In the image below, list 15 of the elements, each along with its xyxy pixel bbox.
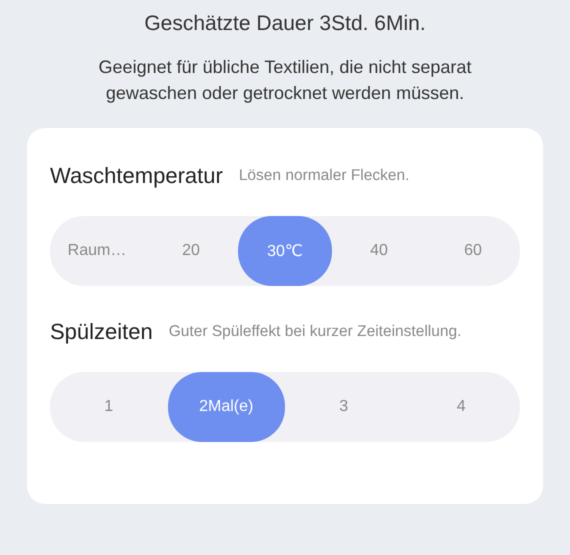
option-button[interactable]: 4 [402, 372, 520, 442]
program-description: Geeignet für übliche Textilien, die nicht separat gewaschen oder getrocknet werden müssen. [98, 56, 472, 105]
setting-hint: Guter Spüleffekt bei kurzer Zeiteinstellung. [168, 322, 462, 342]
option-button[interactable]: 30℃ [238, 216, 332, 286]
option-button[interactable]: 2Mal(e) [168, 372, 285, 442]
setting-hint: Lösen normaler Flecken. [238, 166, 410, 186]
estimated-duration: Geschätzte Dauer 3Std. 6Min. [144, 12, 426, 36]
option-button[interactable]: 3 [285, 372, 402, 442]
option-button[interactable]: 40 [332, 216, 426, 286]
option-button[interactable]: 60 [426, 216, 520, 286]
option-button[interactable]: 20 [144, 216, 238, 286]
option-button[interactable]: Raum… [50, 216, 144, 286]
setting-title: Waschtemperatur [50, 163, 223, 189]
option-button[interactable]: 1 [50, 372, 168, 442]
setting-title: Spülzeiten [50, 319, 153, 345]
